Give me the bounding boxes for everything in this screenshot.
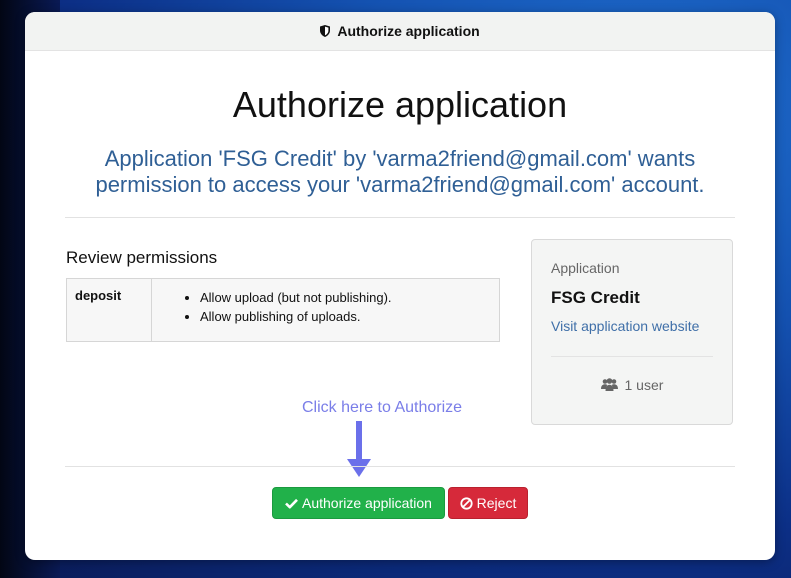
- ban-icon: [460, 496, 473, 510]
- permission-request-line-2: permission to access your 'varma2friend@…: [95, 172, 705, 197]
- check-icon: [285, 498, 298, 508]
- user-count: 1 user: [532, 377, 732, 393]
- divider: [551, 356, 713, 357]
- permission-request-text: Application 'FSG Credit' by 'varma2frien…: [55, 146, 745, 198]
- window-titlebar: Authorize application: [25, 12, 775, 51]
- page-title: Authorize application: [232, 84, 568, 125]
- permission-item: Allow upload (but not publishing).: [200, 288, 392, 307]
- user-count-label: 1 user: [624, 377, 664, 393]
- authorize-button[interactable]: Authorize application: [272, 487, 445, 519]
- permission-list: Allow upload (but not publishing). Allow…: [152, 279, 392, 341]
- authorize-dialog: Authorize application Authorize applicat…: [25, 12, 775, 560]
- authorize-hint-text: Click here to Authorize: [301, 399, 463, 416]
- window-title: Authorize application: [337, 23, 480, 39]
- application-label: Application: [551, 260, 620, 276]
- divider: [65, 217, 735, 218]
- reject-button-label: Reject: [476, 495, 517, 511]
- reject-button[interactable]: Reject: [448, 487, 528, 519]
- permission-item: Allow publishing of uploads.: [200, 307, 392, 326]
- permissions-table: deposit Allow upload (but not publishing…: [66, 278, 500, 342]
- application-info-panel: Application FSG Credit Visit application…: [531, 239, 733, 425]
- divider: [65, 466, 735, 467]
- visit-website-link[interactable]: Visit application website: [551, 318, 699, 334]
- authorize-button-label: Authorize application: [302, 495, 432, 511]
- application-name: FSG Credit: [551, 288, 640, 307]
- shield-icon: [320, 25, 331, 37]
- permission-request-line-1: Application 'FSG Credit' by 'varma2frien…: [104, 146, 696, 171]
- review-permissions-title: Review permissions: [66, 248, 218, 267]
- permission-scope: deposit: [67, 279, 152, 341]
- arrow-down-icon: [347, 421, 371, 477]
- users-icon: [600, 378, 618, 391]
